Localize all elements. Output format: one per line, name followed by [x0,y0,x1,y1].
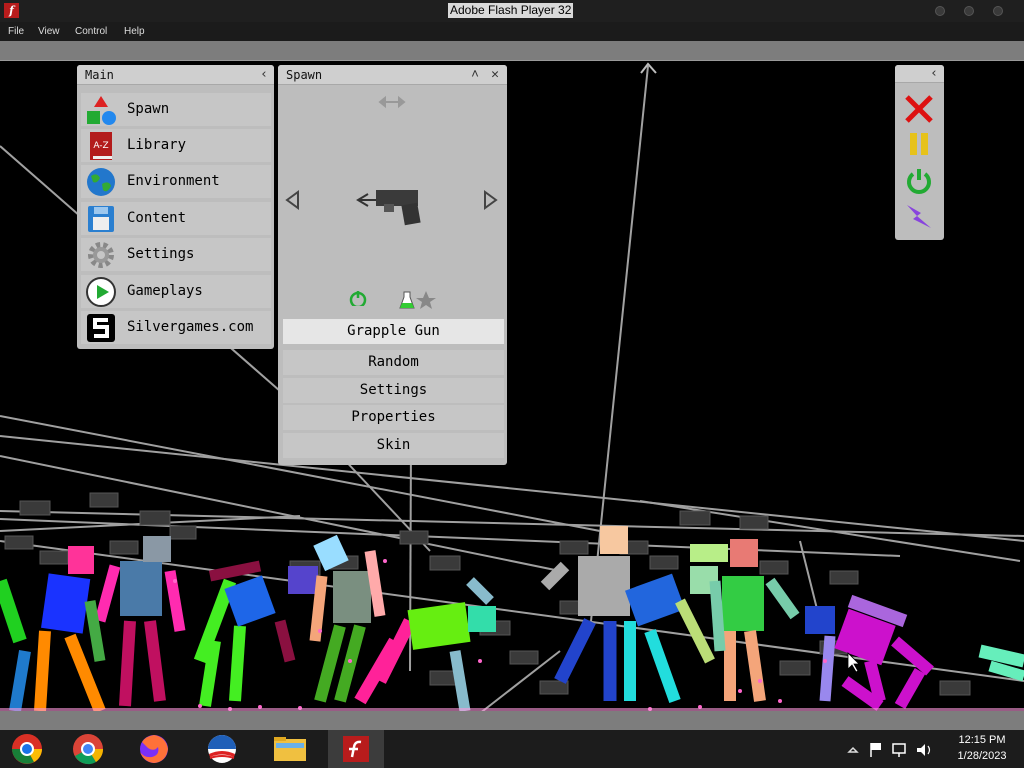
menu-item-content[interactable]: Content [81,202,271,235]
refresh-icon[interactable] [349,291,367,306]
item-preview [285,95,498,306]
taskbar-firefox-app[interactable] [126,730,182,768]
flash-icon [343,736,369,762]
taskbar-chromeos-app[interactable] [0,730,56,768]
close-icon[interactable]: ✕ [485,65,505,85]
collapse-chevron-icon[interactable]: ‹ [254,65,274,85]
menu-item-gameplays[interactable]: Gameplays [81,275,271,308]
gear-icon [88,242,114,268]
menu-item-label: Content [127,210,187,226]
flag-icon[interactable] [870,743,881,757]
close-window-button[interactable] [993,6,1003,16]
main-panel-header: Main ‹ [77,65,274,85]
taskbar-file-explorer-app[interactable] [262,730,318,768]
spawn-option-random[interactable]: Random [283,350,504,375]
chrome-icon [73,734,104,765]
spawn-panel-header: Spawn ˄ ✕ [278,65,507,85]
menu-item-label: Gameplays [127,283,203,299]
menu-file[interactable]: File [8,26,24,37]
folder-icon [274,737,306,761]
grapple-gun-icon [356,190,421,226]
silvergames-logo-icon [87,314,115,342]
menu-item-environment[interactable]: Environment [81,165,271,198]
spawn-option-settings[interactable]: Settings [283,378,504,403]
menu-item-label: Library [127,137,187,153]
shapes-icon [87,96,116,125]
obama-logo-icon [208,735,236,763]
window-title: Adobe Flash Player 32 [448,3,574,18]
pause-icon[interactable] [903,129,935,161]
firefox-icon [140,735,168,763]
taskbar-flash-player-app[interactable] [328,730,384,768]
next-item-icon[interactable] [484,190,498,210]
network-icon[interactable] [892,743,906,757]
clock-date[interactable]: 1/28/2023 [952,750,1012,762]
lightning-icon[interactable] [903,201,935,233]
menu-item-library[interactable]: A-Z Library [81,129,271,162]
book-icon: A-Z [90,132,112,160]
menu-item-label: Environment [127,173,220,189]
spawn-option-properties[interactable]: Properties [283,405,504,430]
menu-item-label: Silvergames.com [127,319,254,335]
floppy-disk-icon [88,206,114,232]
flask-star-icon[interactable] [398,288,438,312]
game-canvas[interactable]: Main ‹ Spawn A-Z Library Environment Con… [0,61,1024,730]
prev-item-icon[interactable] [285,190,299,210]
menu-item-silvergames[interactable]: Silvergames.com [81,311,271,344]
menu-help[interactable]: Help [124,26,145,37]
title-bar: f Adobe Flash Player 32 [0,0,1024,22]
resize-arrow-icon [378,95,406,109]
menu-item-settings[interactable]: Settings [81,238,271,271]
taskbar-obama-app[interactable] [194,730,250,768]
top-ground-strip [0,41,1024,61]
collapse-chevron-icon[interactable]: ‹ [924,65,944,83]
selected-item-name[interactable]: Grapple Gun [283,319,504,344]
flash-app-icon: f [4,3,19,18]
system-tray [847,743,931,757]
menu-view[interactable]: View [38,26,60,37]
chromeos-icon [12,734,42,764]
clock-time[interactable]: 12:15 PM [952,734,1012,746]
play-icon [86,277,116,307]
main-panel-title: Main [85,68,114,82]
chevron-up-icon[interactable] [847,746,859,753]
spawn-panel: Spawn ˄ ✕ Grapple Gun Random Settings Pr… [278,65,507,465]
controls-panel: ‹ [895,65,944,240]
chevron-up-icon[interactable]: ˄ [465,65,485,85]
menu-item-label: Settings [127,246,195,262]
menu-bar: File View Control Help [0,22,1024,41]
menu-item-spawn[interactable]: Spawn [81,93,271,126]
menu-item-label: Spawn [127,101,170,117]
maximize-button[interactable] [964,6,974,16]
svg-text:A-Z: A-Z [93,141,108,151]
minimize-button[interactable] [935,6,945,16]
power-icon[interactable] [903,165,935,197]
controls-panel-header: ‹ [895,65,944,83]
main-panel: Main ‹ Spawn A-Z Library Environment Con… [77,65,274,349]
taskbar: 12:15 PM 1/28/2023 [0,730,1024,768]
spawn-panel-title: Spawn [286,68,323,82]
volume-icon[interactable] [917,744,931,756]
menu-control[interactable]: Control [75,26,107,37]
globe-icon [87,168,115,196]
close-icon[interactable] [903,93,935,125]
taskbar-chrome-app[interactable] [60,730,116,768]
spawn-option-skin[interactable]: Skin [283,433,504,458]
